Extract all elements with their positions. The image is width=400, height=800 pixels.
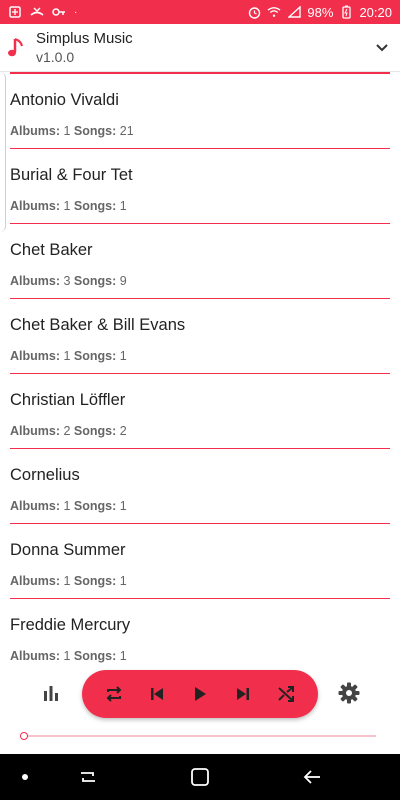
app-header[interactable]: Simplus Music v1.0.0: [0, 24, 400, 72]
skip-previous-icon[interactable]: [146, 683, 168, 705]
albums-label: Albums:: [10, 498, 60, 513]
artist-meta: Albums: 1 Songs: 1: [10, 649, 390, 663]
repeat-icon[interactable]: [103, 683, 125, 705]
songs-count: 1: [119, 648, 127, 663]
artist-list-item[interactable]: Chet Baker Albums: 3 Songs: 9: [10, 224, 390, 299]
artist-meta: Albums: 3 Songs: 9: [10, 274, 390, 288]
player-controls: [0, 666, 400, 722]
navigation-bar: [0, 754, 400, 800]
artist-meta: Albums: 1 Songs: 1: [10, 499, 390, 513]
seek-track: [20, 735, 376, 737]
albums-count: 3: [63, 273, 71, 288]
songs-count: 1: [119, 198, 127, 213]
app-titles: Simplus Music v1.0.0: [36, 30, 372, 65]
songs-count: 21: [119, 123, 134, 138]
albums-label: Albums:: [10, 573, 60, 588]
seek-bar[interactable]: [20, 730, 376, 742]
albums-count: 1: [63, 198, 71, 213]
albums-count: 1: [63, 648, 71, 663]
artist-name: Donna Summer: [10, 540, 126, 559]
signal-icon: [287, 5, 301, 19]
albums-label: Albums:: [10, 423, 60, 438]
music-note-icon: [6, 36, 26, 60]
app-version: v1.0.0: [36, 49, 75, 65]
notification-icon: [8, 5, 22, 19]
albums-count: 1: [63, 123, 71, 138]
songs-count: 1: [119, 573, 127, 588]
artist-list-item[interactable]: Burial & Four Tet Albums: 1 Songs: 1: [10, 149, 390, 224]
artist-list-item[interactable]: Cornelius Albums: 1 Songs: 1: [10, 449, 390, 524]
clock: 20:20: [359, 4, 392, 20]
wifi-icon: [267, 5, 281, 19]
nav-home-icon[interactable]: [188, 765, 212, 789]
artist-list[interactable]: Antonio Vivaldi Albums: 1 Songs: 21 Buri…: [10, 72, 390, 664]
artist-list-item[interactable]: Antonio Vivaldi Albums: 1 Songs: 21: [10, 74, 390, 149]
artist-meta: Albums: 2 Songs: 2: [10, 424, 390, 438]
status-bar: · 98% 20:20: [0, 0, 400, 24]
artist-name: Chet Baker: [10, 240, 93, 259]
nav-back-icon[interactable]: [300, 765, 324, 789]
songs-label: Songs:: [73, 498, 117, 513]
artist-list-item[interactable]: Donna Summer Albums: 1 Songs: 1: [10, 524, 390, 599]
seek-thumb[interactable]: [20, 732, 28, 740]
skip-next-icon[interactable]: [232, 683, 254, 705]
play-icon[interactable]: [189, 683, 211, 705]
albums-label: Albums:: [10, 648, 60, 663]
alarm-icon: [247, 5, 261, 19]
key-icon: [52, 5, 66, 19]
artist-meta: Albums: 1 Songs: 21: [10, 124, 390, 138]
app-title: Simplus Music: [36, 30, 133, 47]
artist-meta: Albums: 1 Songs: 1: [10, 199, 390, 213]
artist-name: Chet Baker & Bill Evans: [10, 315, 186, 334]
songs-label: Songs:: [73, 648, 117, 663]
songs-count: 2: [119, 423, 127, 438]
nav-dot-icon: [22, 774, 28, 780]
shuffle-icon[interactable]: [275, 683, 297, 705]
songs-count: 1: [119, 348, 127, 363]
artist-name: Burial & Four Tet: [10, 165, 133, 184]
albums-label: Albums:: [10, 198, 60, 213]
missed-call-icon: [30, 5, 44, 19]
albums-count: 1: [63, 498, 71, 513]
songs-label: Songs:: [73, 348, 117, 363]
artist-list-item[interactable]: Freddie Mercury Albums: 1 Songs: 1: [10, 599, 390, 664]
albums-count: 1: [63, 348, 71, 363]
albums-label: Albums:: [10, 348, 60, 363]
songs-label: Songs:: [73, 123, 117, 138]
battery-icon: [339, 5, 353, 19]
albums-label: Albums:: [10, 123, 60, 138]
songs-label: Songs:: [73, 423, 117, 438]
songs-count: 9: [119, 273, 127, 288]
playback-pill: [82, 670, 318, 718]
drawer-handle[interactable]: [0, 72, 6, 232]
equalizer-icon[interactable]: [40, 682, 62, 704]
status-left: ·: [8, 5, 77, 19]
chevron-down-icon[interactable]: [372, 38, 392, 58]
settings-icon[interactable]: [337, 681, 361, 705]
songs-label: Songs:: [73, 573, 117, 588]
songs-label: Songs:: [73, 198, 117, 213]
artist-name: Antonio Vivaldi: [10, 90, 119, 109]
nav-recents-icon[interactable]: [76, 765, 100, 789]
more-notifications-dot: ·: [74, 6, 78, 18]
artist-list-item[interactable]: Christian Löffler Albums: 2 Songs: 2: [10, 374, 390, 449]
albums-label: Albums:: [10, 273, 60, 288]
artist-meta: Albums: 1 Songs: 1: [10, 349, 390, 363]
artist-meta: Albums: 1 Songs: 1: [10, 574, 390, 588]
albums-count: 1: [63, 573, 71, 588]
albums-count: 2: [63, 423, 71, 438]
artist-name: Cornelius: [10, 465, 80, 484]
artist-container: Antonio Vivaldi Albums: 1 Songs: 21 Buri…: [10, 74, 390, 664]
battery-percent: 98%: [307, 4, 334, 20]
songs-label: Songs:: [73, 273, 117, 288]
songs-count: 1: [119, 498, 127, 513]
artist-name: Freddie Mercury: [10, 615, 131, 634]
artist-list-item[interactable]: Chet Baker & Bill Evans Albums: 1 Songs:…: [10, 299, 390, 374]
artist-name: Christian Löffler: [10, 390, 126, 409]
status-right: 98% 20:20: [247, 5, 392, 20]
